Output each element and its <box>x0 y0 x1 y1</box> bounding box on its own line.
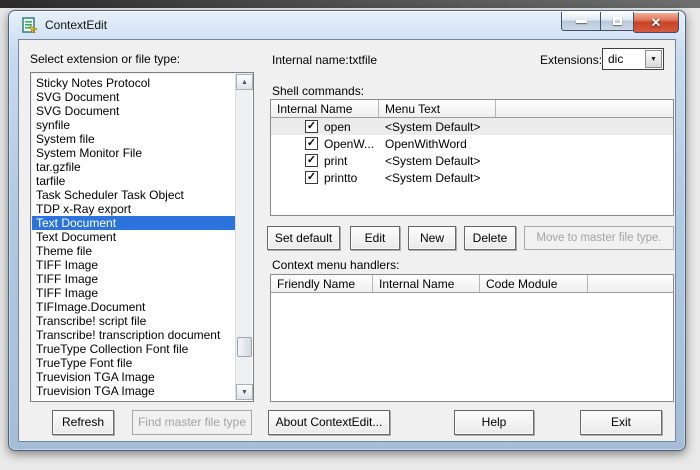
command-menu-text: OpenWithWord <box>385 137 467 151</box>
about-contextedit-button[interactable]: About ContextEdit... <box>268 410 390 435</box>
command-internal-name: printto <box>324 171 358 185</box>
checkbox[interactable]: ✓ <box>305 120 318 133</box>
column-header-filler <box>588 275 673 292</box>
exit-button[interactable]: Exit <box>580 410 662 435</box>
command-internal-name: OpenW... <box>324 137 375 151</box>
shell-command-row[interactable]: ✓ OpenW... OpenWithWord <box>271 135 673 152</box>
command-internal-name: open <box>324 120 351 134</box>
command-menu-text: <System Default> <box>385 154 481 168</box>
extensions-combobox[interactable]: dic ▼ <box>602 48 664 70</box>
help-button[interactable]: Help <box>454 410 534 435</box>
window-title: ContextEdit <box>45 18 108 32</box>
list-item[interactable]: TrueType Collection Font file <box>32 342 235 356</box>
column-header[interactable]: Internal Name <box>373 275 480 292</box>
list-item[interactable]: SVG Document <box>32 90 235 104</box>
column-header[interactable]: Code Module <box>480 275 588 292</box>
set-default-button[interactable]: Set default <box>267 226 340 250</box>
contextedit-window: ContextEdit ✕ Select extension or file t… <box>8 10 686 451</box>
command-menu-text: <System Default> <box>385 171 481 185</box>
column-header[interactable]: Internal Name <box>271 100 379 117</box>
scroll-up-icon[interactable]: ▲ <box>236 74 253 90</box>
list-item[interactable]: Text Document <box>32 216 235 230</box>
handlers-listview[interactable]: Friendly Name Internal Name Code Module <box>270 274 674 402</box>
list-item[interactable]: Sticky Notes Protocol <box>32 76 235 90</box>
edit-button[interactable]: Edit <box>350 226 400 250</box>
shell-command-row[interactable]: ✓ printto <System Default> <box>271 169 673 186</box>
internal-name-value: txtfile <box>349 53 378 67</box>
context-menu-handlers-label: Context menu handlers: <box>272 258 400 272</box>
maximize-icon <box>612 17 622 25</box>
list-item[interactable]: TIFF Image <box>32 272 235 286</box>
maximize-button[interactable] <box>600 12 634 31</box>
shell-commands-header: Internal Name Menu Text <box>271 100 673 118</box>
column-header[interactable]: Friendly Name <box>271 275 373 292</box>
extensions-label: Extensions: <box>540 53 603 67</box>
list-item[interactable]: Theme file <box>32 244 235 258</box>
list-item[interactable]: Truevision TGA Image <box>32 370 235 384</box>
list-item[interactable]: TIFImage.Document <box>32 300 235 314</box>
list-item[interactable]: synfile <box>32 118 235 132</box>
extension-list-items: Sticky Notes Protocol SVG Document SVG Doc… <box>32 74 235 400</box>
refresh-button[interactable]: Refresh <box>52 410 114 435</box>
command-menu-text: <System Default> <box>385 120 481 134</box>
list-item[interactable]: Text Document <box>32 230 235 244</box>
close-button[interactable]: ✕ <box>633 12 679 33</box>
app-icon <box>22 17 38 33</box>
minimize-icon <box>575 19 587 23</box>
checkbox[interactable]: ✓ <box>305 171 318 184</box>
window-controls: ✕ <box>561 12 679 33</box>
list-item[interactable]: tarfile <box>32 174 235 188</box>
shell-commands-label: Shell commands: <box>272 84 365 98</box>
extensions-value: dic <box>608 52 624 66</box>
minimize-button[interactable] <box>561 12 601 31</box>
list-item[interactable]: Truevision TGA Image <box>32 384 235 398</box>
close-icon: ✕ <box>650 14 662 30</box>
list-item[interactable]: SVG Document <box>32 104 235 118</box>
move-to-master-button: Move to master file type. <box>524 226 674 250</box>
command-internal-name: print <box>324 154 348 168</box>
delete-button[interactable]: Delete <box>464 226 516 250</box>
column-header-filler <box>496 100 673 117</box>
list-item[interactable]: TDP x-Ray export <box>32 202 235 216</box>
list-item[interactable]: System Monitor File <box>32 146 235 160</box>
list-item[interactable]: TrueType Font file <box>32 356 235 370</box>
list-item[interactable]: Transcribe! transcription document <box>32 328 235 342</box>
list-item[interactable]: TIFF Image <box>32 258 235 272</box>
internal-name-label: Internal name: <box>272 53 349 67</box>
checkbox[interactable]: ✓ <box>305 154 318 167</box>
list-item[interactable]: Transcribe! script file <box>32 314 235 328</box>
list-item[interactable]: TIFF Image <box>32 286 235 300</box>
column-header[interactable]: Menu Text <box>379 100 496 117</box>
shell-command-row[interactable]: ✓ open <System Default> <box>271 118 673 135</box>
scrollbar-thumb[interactable] <box>237 337 252 357</box>
listbox-scrollbar[interactable]: ▲ ▼ <box>235 74 253 400</box>
chevron-down-icon[interactable]: ▼ <box>645 50 662 68</box>
extension-listbox[interactable]: Sticky Notes Protocol SVG Document SVG Doc… <box>30 72 254 402</box>
new-button[interactable]: New <box>408 226 456 250</box>
shell-commands-body: ✓ open <System Default> ✓ OpenW... OpenWithWo… <box>271 118 673 186</box>
checkbox[interactable]: ✓ <box>305 137 318 150</box>
select-extension-label: Select extension or file type: <box>30 52 181 66</box>
shell-command-row[interactable]: ✓ print <System Default> <box>271 152 673 169</box>
list-item[interactable]: Task Scheduler Task Object <box>32 188 235 202</box>
shell-commands-listview[interactable]: Internal Name Menu Text ✓ open <System Defa… <box>270 99 674 216</box>
list-item[interactable]: System file <box>32 132 235 146</box>
handlers-header: Friendly Name Internal Name Code Module <box>271 275 673 293</box>
scroll-down-icon[interactable]: ▼ <box>236 384 253 400</box>
client-area: Select extension or file type: Sticky No… <box>18 39 676 442</box>
background-strip <box>0 0 700 8</box>
list-item[interactable]: tar.gzfile <box>32 160 235 174</box>
find-master-file-type-button: Find master file type <box>132 410 252 435</box>
